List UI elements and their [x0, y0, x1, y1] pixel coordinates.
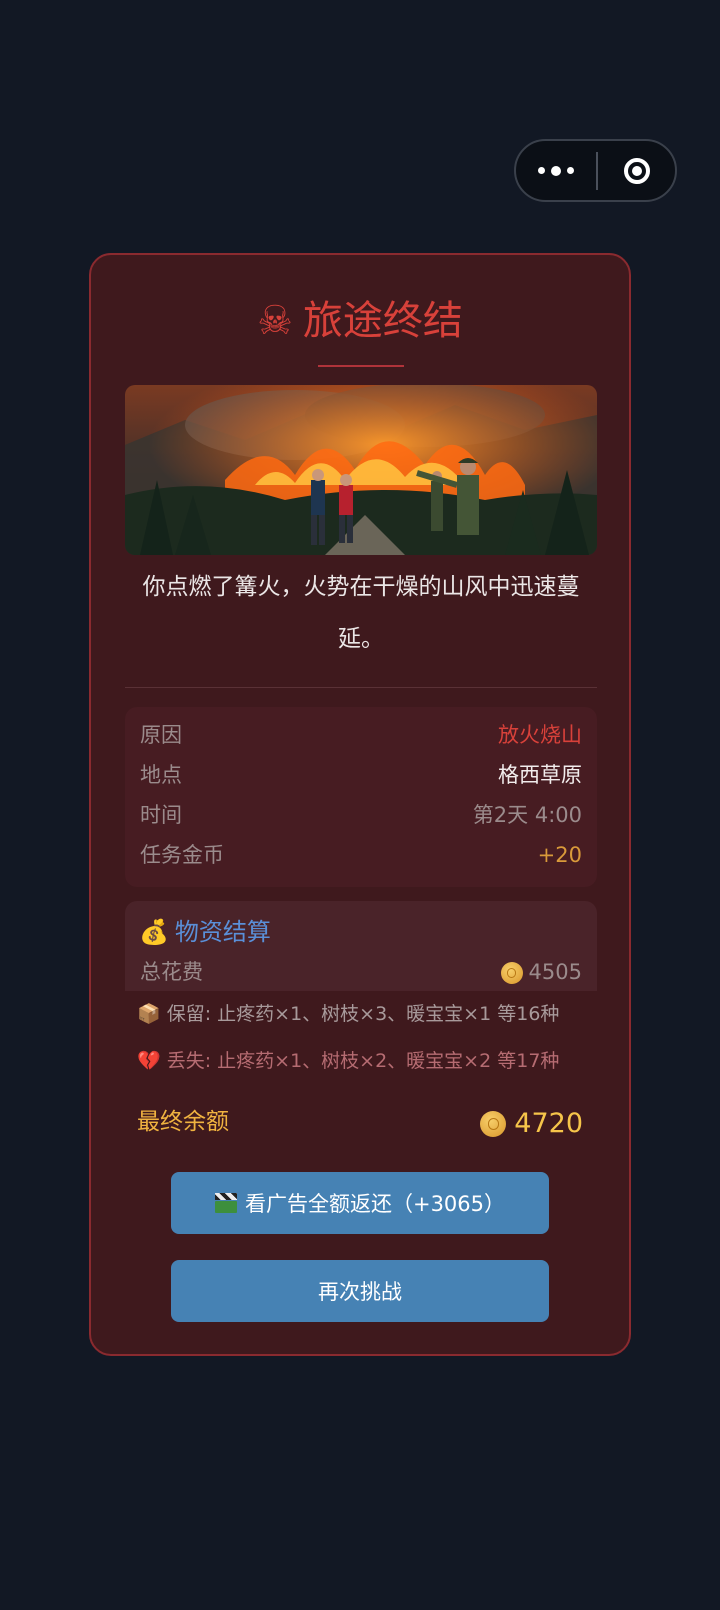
clapperboard-icon [214, 1193, 237, 1213]
money-bag-icon: 💰 [139, 918, 169, 946]
watch-ad-refund-label: 看广告全额返还（+3065） [244, 1192, 506, 1216]
settlement-heading: 💰 物资结算 [139, 918, 271, 946]
miniprogram-capsule [514, 139, 677, 202]
package-icon: 📦 [137, 1003, 161, 1025]
details-panel: 原因 放火烧山 地点 格西草原 时间 第2天 4:00 任务金币 +20 [125, 707, 597, 887]
result-card: ☠ 旅途终结 你点燃了篝火，火势在干燥的山风中迅速蔓延。 原因 放火烧山 地点 … [89, 253, 631, 1356]
detail-row-cause: 原因 放火烧山 [140, 720, 582, 750]
settlement-panel: 💰 物资结算 总花费 4505 [125, 901, 597, 991]
detail-value: 第2天 4:00 [472, 803, 582, 827]
skull-crossbones-icon: ☠ [257, 298, 293, 344]
total-cost-label: 总花费 [140, 960, 203, 984]
result-title: ☠ 旅途终结 [257, 298, 463, 344]
close-target-icon[interactable] [598, 141, 675, 200]
retry-button[interactable]: 再次挑战 [171, 1260, 549, 1322]
total-cost-value-wrap: 4505 [500, 957, 582, 987]
result-description: 你点燃了篝火，火势在干燥的山风中迅速蔓延。 [142, 574, 580, 652]
final-balance-value: 4720 [514, 1108, 583, 1139]
detail-row-location: 地点 格西草原 [140, 760, 582, 790]
detail-row-mission-coins: 任务金币 +20 [140, 840, 582, 870]
detail-key: 时间 [140, 803, 182, 827]
kept-items: 📦 保留: 止疼药×1、树枝×3、暖宝宝×1 等16种 [137, 1003, 560, 1025]
total-cost-value: 4505 [528, 960, 582, 984]
coin-icon [500, 962, 523, 984]
divider [125, 687, 597, 688]
total-cost-row: 总花费 4505 [140, 957, 582, 987]
coin-icon [480, 1111, 507, 1137]
detail-value: +20 [537, 843, 582, 867]
detail-key: 原因 [140, 723, 182, 747]
detail-value: 格西草原 [498, 763, 582, 787]
final-balance: 4720 [480, 1105, 583, 1143]
detail-key: 任务金币 [140, 843, 224, 867]
detail-key: 地点 [140, 763, 182, 787]
watch-ad-refund-button[interactable]: 看广告全额返还（+3065） [171, 1172, 549, 1234]
retry-label: 再次挑战 [318, 1280, 402, 1304]
detail-row-time: 时间 第2天 4:00 [140, 800, 582, 830]
wildfire-scene-image [125, 385, 597, 555]
title-underline [318, 365, 404, 367]
final-balance-label: 最终余额 [137, 1109, 229, 1135]
broken-heart-icon: 💔 [137, 1050, 161, 1072]
lost-items: 💔 丢失: 止疼药×1、树枝×2、暖宝宝×2 等17种 [137, 1050, 560, 1072]
detail-value: 放火烧山 [498, 723, 582, 747]
more-icon[interactable] [516, 141, 596, 200]
